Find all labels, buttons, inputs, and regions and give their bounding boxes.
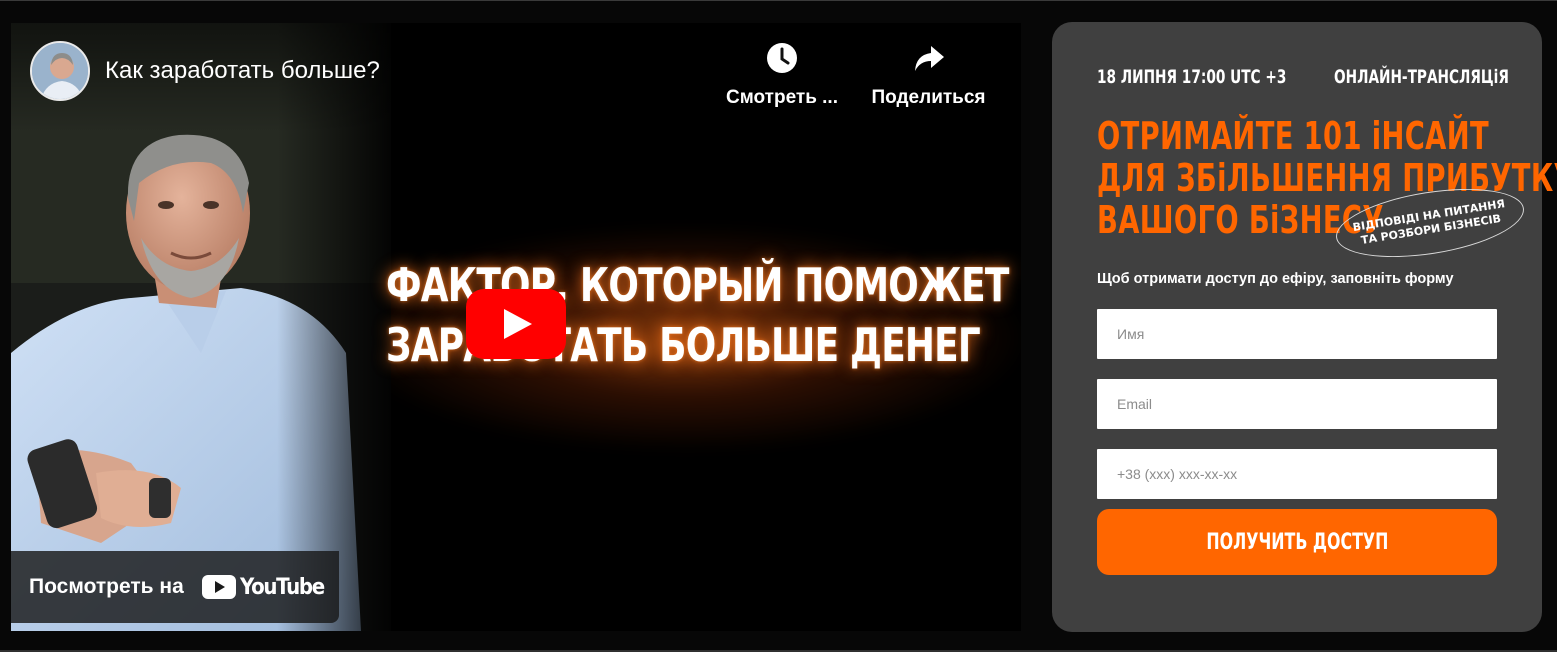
form-hint: Щоб отримати доступ до ефіру, заповніть … xyxy=(1097,271,1454,287)
youtube-wordmark: YouTube xyxy=(239,574,325,600)
event-format: ОНЛАЙН-ТРАНСЛЯЦіЯ xyxy=(1334,66,1509,88)
video-title[interactable]: Как заработать больше? xyxy=(105,57,380,85)
watch-later-label: Смотреть ... xyxy=(726,87,838,108)
get-access-label: ПОЛУЧИТЬ ДОСТУП xyxy=(1205,529,1388,555)
email-input[interactable] xyxy=(1097,379,1497,429)
landing-page: ФАКТОР, КОТОРЫЙ ПОМОЖЕТ ЗАРАБОТАТЬ БОЛЬШ… xyxy=(0,0,1557,652)
play-button[interactable] xyxy=(466,289,566,359)
watch-on-label: Посмотреть на xyxy=(29,575,184,598)
share-button[interactable]: Поделиться xyxy=(866,41,991,109)
watch-later-button[interactable]: Смотреть ... xyxy=(717,41,847,109)
share-arrow-icon xyxy=(914,46,944,71)
phone-input[interactable] xyxy=(1097,449,1497,499)
headline-line-1: ФАКТОР, КОТОРЫЙ ПОМОЖЕТ xyxy=(386,258,1009,312)
video-player[interactable]: ФАКТОР, КОТОРЫЙ ПОМОЖЕТ ЗАРАБОТАТЬ БОЛЬШ… xyxy=(11,23,1021,631)
get-access-button[interactable]: ПОЛУЧИТЬ ДОСТУП xyxy=(1097,509,1497,575)
clock-icon xyxy=(767,43,797,73)
youtube-logo: YouTube xyxy=(201,574,333,600)
headline-line-2: ЗАРАБОТАТЬ БОЛЬШЕ ДЕНЕГ xyxy=(386,318,981,372)
event-date: 18 ЛИПНЯ 17:00 UTC +3 xyxy=(1097,66,1287,88)
registration-card: 18 ЛИПНЯ 17:00 UTC +3 ОНЛАЙН-ТРАНСЛЯЦіЯ … xyxy=(1052,22,1557,632)
heading-line-1: ОТРИМАЙТЕ 101 іНСАЙТ xyxy=(1097,114,1489,158)
name-input[interactable] xyxy=(1097,309,1497,359)
watch-on-youtube-link[interactable]: Посмотреть на YouTube xyxy=(11,551,339,623)
youtube-logo-icon xyxy=(201,575,236,599)
video-thumbnail-headline: ФАКТОР, КОТОРЫЙ ПОМОЖЕТ ЗАРАБОТАТЬ БОЛЬШ… xyxy=(386,255,1009,375)
channel-avatar[interactable] xyxy=(30,41,90,101)
share-label: Поделиться xyxy=(871,87,986,108)
